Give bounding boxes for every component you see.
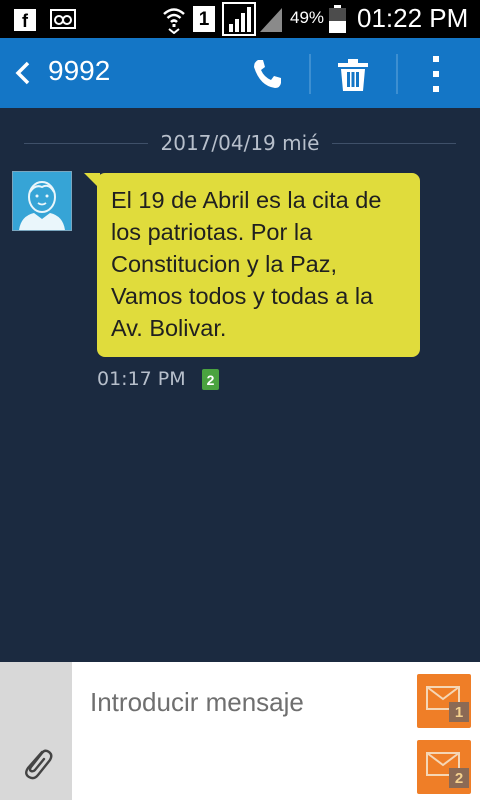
- more-icon[interactable]: [428, 55, 444, 93]
- action-divider: [309, 54, 311, 94]
- conversation-date: 2017/04/19 mié: [160, 131, 320, 155]
- status-bar: f 1 49% 01:22 PM: [0, 0, 480, 38]
- voicemail-icon: [50, 9, 76, 29]
- message-bubble[interactable]: El 19 de Abril es la cita de los patriot…: [97, 173, 420, 357]
- person-icon: [19, 181, 65, 230]
- sim2-badge: 2: [202, 369, 219, 390]
- send-sim2-button[interactable]: 2: [417, 740, 471, 794]
- paperclip-icon: [25, 749, 53, 780]
- message-time: 01:17 PM: [97, 368, 186, 390]
- signal2-icon: [260, 8, 282, 32]
- signal-icon: [222, 2, 256, 36]
- back-icon[interactable]: [12, 59, 38, 87]
- send-sim1-button[interactable]: 1: [417, 674, 471, 728]
- attach-button[interactable]: [0, 662, 72, 800]
- sim2-label: 2: [449, 768, 469, 788]
- sim1-icon: 1: [193, 6, 215, 32]
- clock: 01:22 PM: [357, 3, 469, 33]
- message-input[interactable]: [90, 682, 400, 722]
- battery-percent: 49%: [290, 8, 325, 27]
- contact-name[interactable]: 9992: [48, 55, 110, 87]
- trash-icon[interactable]: [336, 58, 370, 92]
- composer: 1 2: [0, 662, 480, 800]
- battery-icon: [329, 5, 346, 33]
- facebook-icon: f: [14, 9, 36, 31]
- avatar[interactable]: [12, 171, 72, 231]
- action-divider: [396, 54, 398, 94]
- date-separator: 2017/04/19 mié: [0, 130, 480, 160]
- sim1-label: 1: [449, 702, 469, 722]
- wifi-icon: [163, 8, 185, 34]
- action-bar: 9992: [0, 38, 480, 108]
- call-icon[interactable]: [250, 57, 284, 91]
